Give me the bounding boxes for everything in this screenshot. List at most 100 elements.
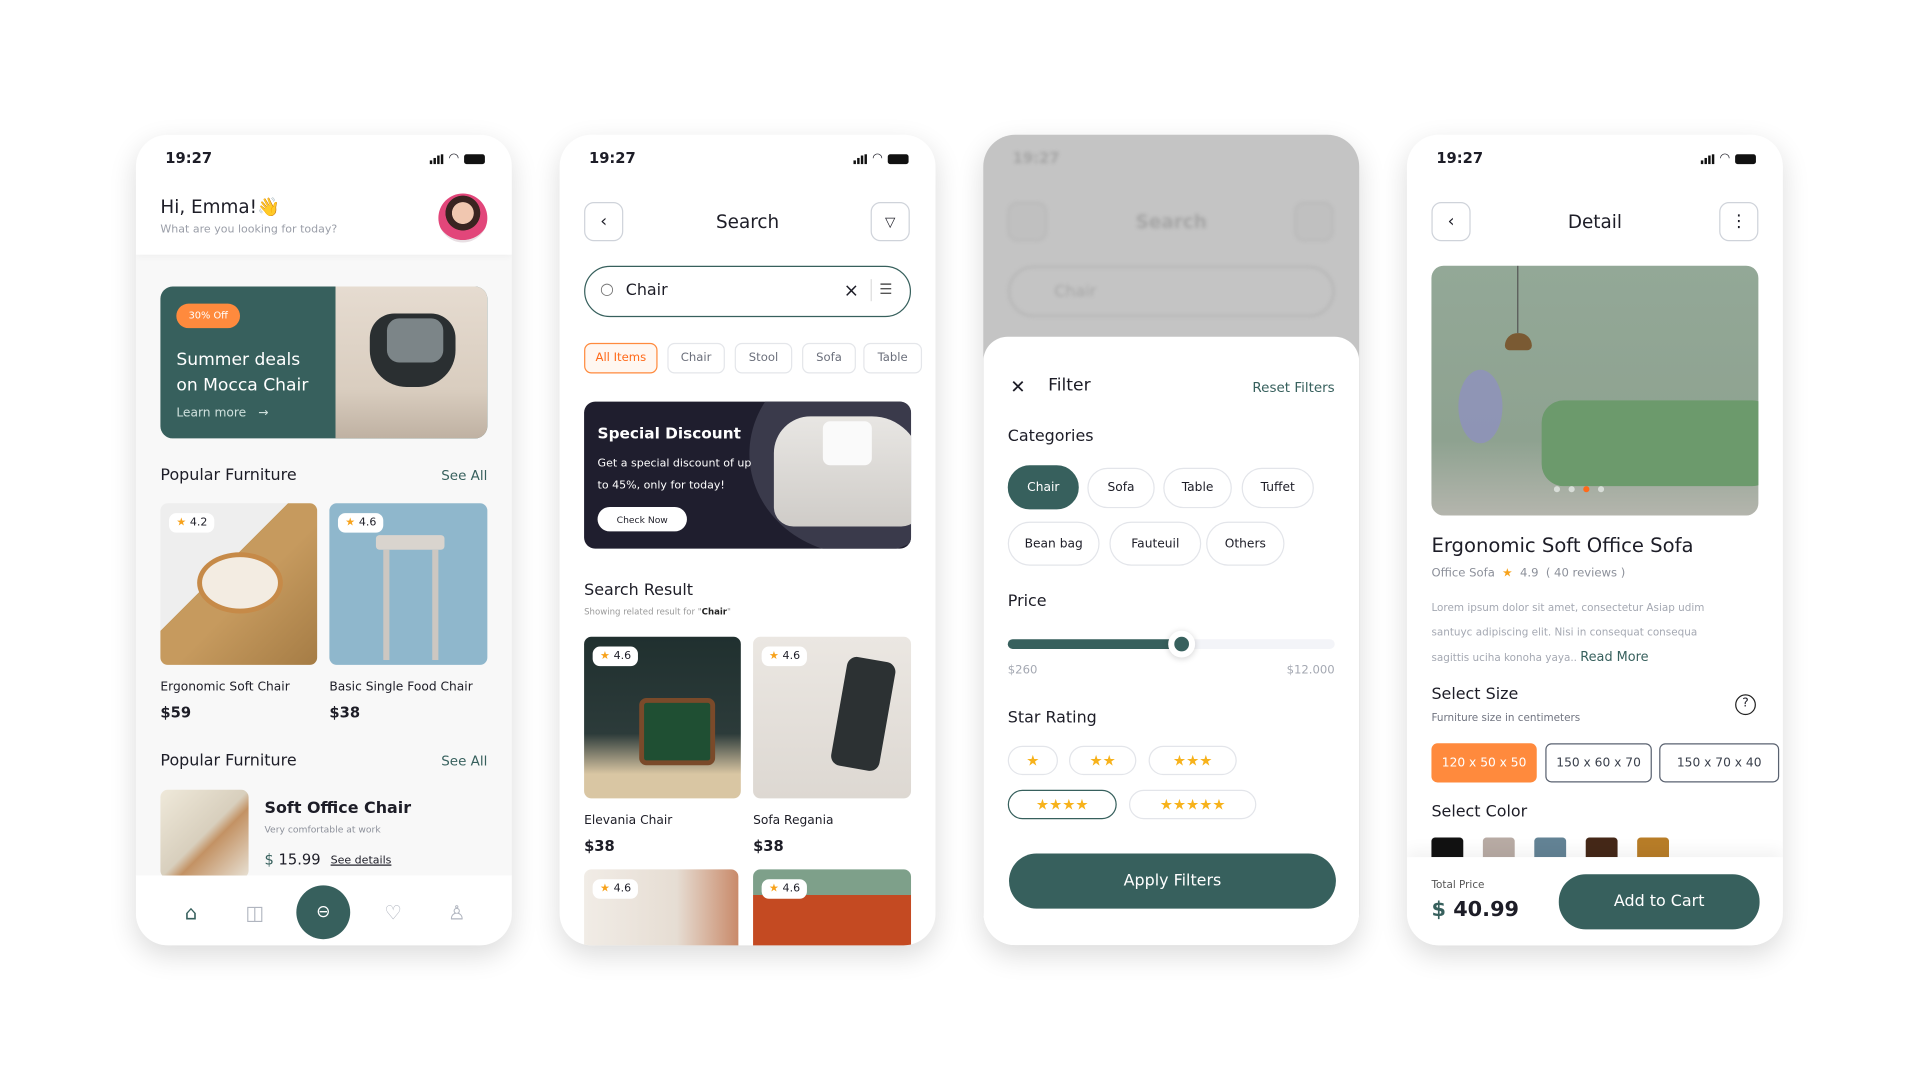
size-option[interactable]: 120 x 50 x 50 bbox=[1431, 743, 1537, 783]
see-details-link[interactable]: See details bbox=[331, 855, 392, 867]
scan-icon[interactable]: ⊖ bbox=[296, 885, 351, 940]
product-meta: Office Sofa ★ 4.9 ( 40 reviews ) bbox=[1431, 567, 1625, 580]
close-icon[interactable]: ✕ bbox=[1010, 376, 1025, 398]
help-icon[interactable]: ? bbox=[1735, 694, 1756, 716]
product-name: Basic Single Food Chair bbox=[329, 680, 473, 695]
star-icon: ★ bbox=[176, 516, 187, 529]
learn-more-label: Learn more bbox=[176, 406, 247, 421]
star-option-2[interactable]: ★★ bbox=[1068, 745, 1137, 776]
chip-sofa[interactable]: Sofa bbox=[802, 342, 856, 374]
heart-icon[interactable]: ♡ bbox=[380, 899, 407, 926]
size-option[interactable]: 150 x 70 x 40 bbox=[1659, 743, 1780, 783]
size-option[interactable]: 150 x 60 x 70 bbox=[1545, 743, 1652, 783]
star-option-1[interactable]: ★ bbox=[1007, 745, 1058, 776]
see-all-link[interactable]: See All bbox=[441, 468, 487, 484]
category-fauteuil[interactable]: Fauteuil bbox=[1109, 521, 1202, 566]
add-to-cart-button[interactable]: Add to Cart bbox=[1558, 874, 1760, 930]
price-slider[interactable] bbox=[1007, 630, 1335, 658]
filter-button[interactable]: ▽ bbox=[870, 202, 910, 242]
more-button[interactable]: ⋮ bbox=[1719, 202, 1759, 242]
product-price: $38 bbox=[584, 837, 615, 855]
star-option-4[interactable]: ★★★★ bbox=[1007, 789, 1117, 820]
select-size-subtitle: Furniture size in centimeters bbox=[1431, 712, 1581, 725]
status-time: 19:27 bbox=[1436, 149, 1484, 167]
chip-stool[interactable]: Stool bbox=[734, 342, 793, 374]
product-card-image[interactable]: ★ 4.6 bbox=[584, 869, 739, 946]
chip-table[interactable]: Table bbox=[863, 342, 923, 374]
pagination-dot[interactable] bbox=[1568, 486, 1575, 493]
promo-banner[interactable]: 30% Off Summer deals on Mocca Chair Learn… bbox=[160, 286, 488, 439]
clear-icon[interactable]: × bbox=[844, 279, 859, 301]
color-swatch[interactable] bbox=[1431, 837, 1464, 858]
color-swatch[interactable] bbox=[1637, 837, 1669, 858]
category-others[interactable]: Others bbox=[1206, 521, 1285, 566]
apply-filters-button[interactable]: Apply Filters bbox=[1008, 853, 1336, 909]
check-now-button[interactable]: Check Now bbox=[597, 506, 687, 532]
price-min: $260 bbox=[1007, 663, 1038, 678]
pagination-dot[interactable] bbox=[1553, 486, 1561, 493]
image-pagination bbox=[1553, 486, 1605, 493]
product-card-image[interactable]: ★ 4.6 bbox=[753, 869, 912, 946]
color-swatch[interactable] bbox=[1585, 837, 1618, 858]
pagination-dot[interactable] bbox=[1583, 486, 1590, 493]
home-icon[interactable]: ⌂ bbox=[178, 899, 205, 926]
chip-all-items[interactable]: All Items bbox=[584, 342, 658, 374]
list-item-price: 15.99 bbox=[278, 851, 321, 869]
star-icon: ★ bbox=[600, 650, 610, 663]
search-input: Chair bbox=[1007, 265, 1335, 318]
categories-title: Categories bbox=[1007, 427, 1094, 446]
see-all-link[interactable]: See All bbox=[441, 753, 487, 769]
signal-icon bbox=[853, 153, 868, 164]
color-swatch[interactable] bbox=[1534, 837, 1567, 858]
banner-title-line1: Summer deals bbox=[176, 350, 301, 370]
list-item-subtitle: Very comfortable at work bbox=[264, 824, 381, 836]
read-more-link[interactable]: Read More bbox=[1580, 650, 1648, 665]
category-sofa[interactable]: Sofa bbox=[1087, 467, 1155, 509]
product-card-image[interactable]: ★ 4.6 bbox=[753, 636, 912, 799]
rating-badge: ★ 4.6 bbox=[761, 879, 808, 899]
bag-icon[interactable]: ◫ bbox=[241, 899, 268, 926]
status-icons: ◠ bbox=[1701, 152, 1756, 165]
product-name: Sofa Regania bbox=[753, 814, 834, 828]
select-size-title: Select Size bbox=[1431, 685, 1519, 705]
search-input[interactable]: ○ Chair × ☰ bbox=[584, 265, 912, 318]
category-table[interactable]: Table bbox=[1163, 467, 1232, 509]
star-option-3[interactable]: ★★★ bbox=[1148, 745, 1237, 776]
wifi-icon: ◠ bbox=[1719, 151, 1731, 166]
total-price: 40.99 bbox=[1453, 897, 1520, 923]
product-card-image[interactable]: ★ 4.6 bbox=[329, 503, 488, 665]
color-options bbox=[1431, 837, 1669, 858]
greeting-subtitle: What are you looking for today? bbox=[160, 224, 338, 237]
sliders-icon[interactable]: ☰ bbox=[879, 280, 892, 297]
signal-icon bbox=[430, 153, 444, 164]
chip-chair[interactable]: Chair bbox=[667, 342, 725, 374]
product-card-image[interactable]: ★ 4.2 bbox=[160, 503, 318, 665]
rating-badge: ★ 4.2 bbox=[168, 513, 215, 533]
star-option-5[interactable]: ★★★★★ bbox=[1128, 789, 1257, 820]
search-icon: ○ bbox=[600, 280, 614, 299]
star-icon: ★ bbox=[1502, 566, 1513, 581]
more-vertical-icon: ⋮ bbox=[1730, 211, 1748, 232]
category-chair[interactable]: Chair bbox=[1007, 465, 1079, 510]
color-swatch[interactable] bbox=[1482, 837, 1515, 858]
list-item[interactable]: Soft Office Chair Very comfortable at wo… bbox=[136, 778, 512, 878]
discount-banner[interactable]: Special Discount Get a special discount … bbox=[584, 401, 912, 549]
filter-screen: 19:27 Search Chair ✕ Filter Reset Filter… bbox=[983, 134, 1360, 946]
armchair-image bbox=[773, 416, 912, 527]
profile-icon[interactable]: ♙ bbox=[443, 899, 470, 926]
category-beanbag[interactable]: Bean bag bbox=[1007, 521, 1100, 566]
avatar[interactable] bbox=[438, 193, 488, 243]
product-image[interactable] bbox=[1431, 265, 1759, 516]
category-tuffet[interactable]: Tuffet bbox=[1241, 467, 1314, 509]
learn-more-link[interactable]: Learn more → bbox=[176, 407, 268, 420]
filter-icon: ▽ bbox=[885, 213, 896, 230]
pagination-dot[interactable] bbox=[1597, 486, 1605, 493]
filter-button bbox=[1294, 202, 1334, 242]
product-card-image[interactable]: ★ 4.6 bbox=[584, 636, 741, 799]
reset-filters-button[interactable]: Reset Filters bbox=[1252, 380, 1334, 396]
bottom-nav: ⌂ ◫ ⊖ ♡ ♙ bbox=[135, 875, 512, 946]
product-name: Ergonomic Soft Chair bbox=[160, 680, 290, 695]
battery-icon bbox=[887, 153, 909, 164]
slider-thumb[interactable] bbox=[1167, 630, 1195, 658]
star-rating-title: Star Rating bbox=[1007, 708, 1097, 728]
